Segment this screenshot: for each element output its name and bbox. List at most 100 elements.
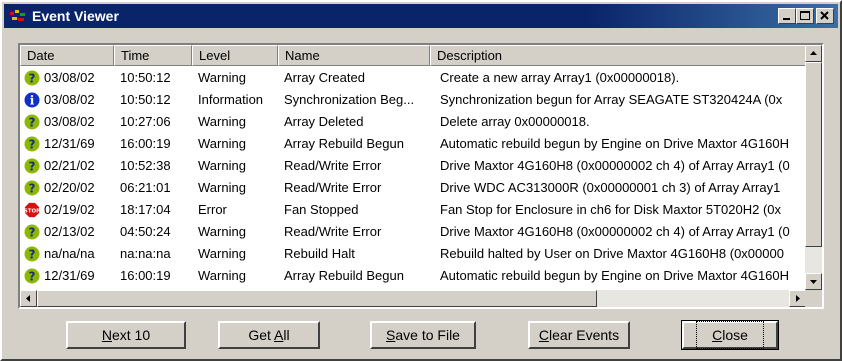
cell-level: Warning [198,70,246,85]
cell-name: Synchronization Beg... [284,92,415,107]
warning-icon: ? [24,158,40,174]
stop-icon: STOP [24,202,40,218]
mnemonic: C [712,327,723,343]
close-label: Close [696,321,764,349]
mnemonic: N [101,327,112,343]
arrow-up-icon [810,51,817,55]
vertical-scrollbar[interactable] [805,45,822,290]
scroll-corner [805,290,822,307]
svg-text:STOP: STOP [24,209,40,215]
get-all-label: Get All [248,323,289,347]
svg-text:?: ? [29,160,36,174]
horizontal-scroll-thumb[interactable] [37,290,597,307]
column-header-date[interactable]: Date [20,45,114,66]
close-window-button[interactable] [816,8,834,24]
cell-time: na:na:na [120,246,171,261]
cell-description: Fan Stop for Enclosure in ch6 for Disk M… [440,202,782,217]
cell-date: 12/31/69 [44,136,95,151]
app-icon [10,10,25,21]
window-title: Event Viewer [32,8,119,24]
title-bar[interactable]: Event Viewer [4,4,838,28]
column-header-level[interactable]: Level [192,45,278,66]
label-rest: ave to File [395,327,460,343]
cell-level: Warning [198,224,246,239]
warning-icon: ? [24,136,40,152]
clear-events-button[interactable]: Clear Events [528,321,630,349]
event-list[interactable]: Date Time Level Name Description ? 03/08/… [18,43,824,309]
next-10-button[interactable]: Next 10 [66,321,186,349]
close-button[interactable]: Close [681,320,779,350]
cell-level: Warning [198,180,246,195]
next-10-label: Next 10 [102,323,150,347]
table-row[interactable]: ? na/na/na na:na:na Warning Rebuild Halt Rebu… [20,243,806,265]
event-rows: ? 03/08/02 10:50:12 Warning Array Created Cre… [20,67,806,291]
warning-icon: ? [24,180,40,196]
cell-name: Read/Write Error [284,158,382,173]
cell-time: 10:50:12 [120,92,171,107]
svg-text:?: ? [29,116,36,130]
scroll-up-button[interactable] [805,45,822,62]
table-row[interactable]: i 03/08/02 10:50:12 Information Synchronizat… [20,89,806,111]
scroll-left-button[interactable] [20,290,37,307]
cell-level: Warning [198,246,246,261]
cell-date: 02/13/02 [44,224,95,239]
svg-text:?: ? [29,138,36,152]
cell-level: Warning [198,158,246,173]
cell-level: Warning [198,268,246,283]
cell-date: 02/20/02 [44,180,95,195]
information-icon: i [24,92,40,108]
table-row[interactable]: ? 02/13/02 04:50:24 Warning Read/Write Error… [20,221,806,243]
table-row[interactable]: ? 03/08/02 10:27:06 Warning Array Deleted Del… [20,111,806,133]
warning-icon: ? [24,268,40,284]
cell-level: Error [198,202,227,217]
cell-name: Array Rebuild Begun [284,268,404,283]
save-to-file-button[interactable]: Save to File [370,321,476,349]
cell-date: 03/08/02 [44,92,95,107]
cell-name: Array Created [284,70,365,85]
label-rest: lose [722,327,748,343]
table-row[interactable]: ? 02/20/02 06:21:01 Warning Read/Write Error… [20,177,806,199]
get-all-button[interactable]: Get All [218,321,320,349]
cell-description: Drive WDC AC313000R (0x00000001 ch 3) of… [440,180,781,195]
cell-date: 03/08/02 [44,70,95,85]
cell-description: Rebuild halted by User on Drive Maxtor 4… [440,246,784,261]
minimize-button[interactable] [778,8,796,24]
table-row[interactable]: STOP 02/19/02 18:17:04 Error Fan Stopped Fan … [20,199,806,221]
cell-name: Read/Write Error [284,180,382,195]
table-row[interactable]: ? 12/31/69 16:00:19 Warning Array Rebuild Be… [20,133,806,155]
scroll-right-button[interactable] [789,290,806,307]
arrow-right-icon [796,295,800,302]
column-header-name[interactable]: Name [278,45,430,66]
maximize-button[interactable] [796,8,814,24]
cell-description: Drive Maxtor 4G160H8 (0x00000002 ch 4) o… [440,158,790,173]
mnemonic: S [386,327,396,343]
maximize-icon [800,11,810,20]
warning-icon: ? [24,246,40,262]
table-row[interactable]: ? 03/08/02 10:50:12 Warning Array Created Cre… [20,67,806,89]
table-row[interactable]: ? 02/21/02 10:52:38 Warning Read/Write Error… [20,155,806,177]
column-header-time[interactable]: Time [114,45,192,66]
svg-text:i: i [30,94,35,108]
horizontal-scrollbar[interactable] [20,290,806,307]
vertical-scroll-thumb[interactable] [805,62,822,247]
cell-time: 16:00:19 [120,268,171,283]
column-header-description[interactable]: Description [430,45,806,66]
cell-level: Warning [198,114,246,129]
scroll-down-button[interactable] [805,273,822,290]
cell-time: 10:52:38 [120,158,171,173]
arrow-left-icon [26,295,30,302]
cell-date: 02/19/02 [44,202,95,217]
table-row[interactable]: ? 12/31/69 16:00:19 Warning Array Rebuild Be… [20,265,806,287]
cell-description: Synchronization begun for Array SEAGATE … [440,92,783,107]
svg-text:?: ? [29,248,36,262]
warning-icon: ? [24,70,40,86]
cell-name: Fan Stopped [284,202,359,217]
arrow-down-icon [810,280,817,284]
cell-date: 03/08/02 [44,114,95,129]
cell-time: 06:21:01 [120,180,171,195]
label-rest: lear Events [549,327,620,343]
label-rest: ll [283,327,290,343]
mnemonic: C [538,327,550,343]
cell-level: Information [198,92,264,107]
list-header: Date Time Level Name Description [20,45,806,66]
